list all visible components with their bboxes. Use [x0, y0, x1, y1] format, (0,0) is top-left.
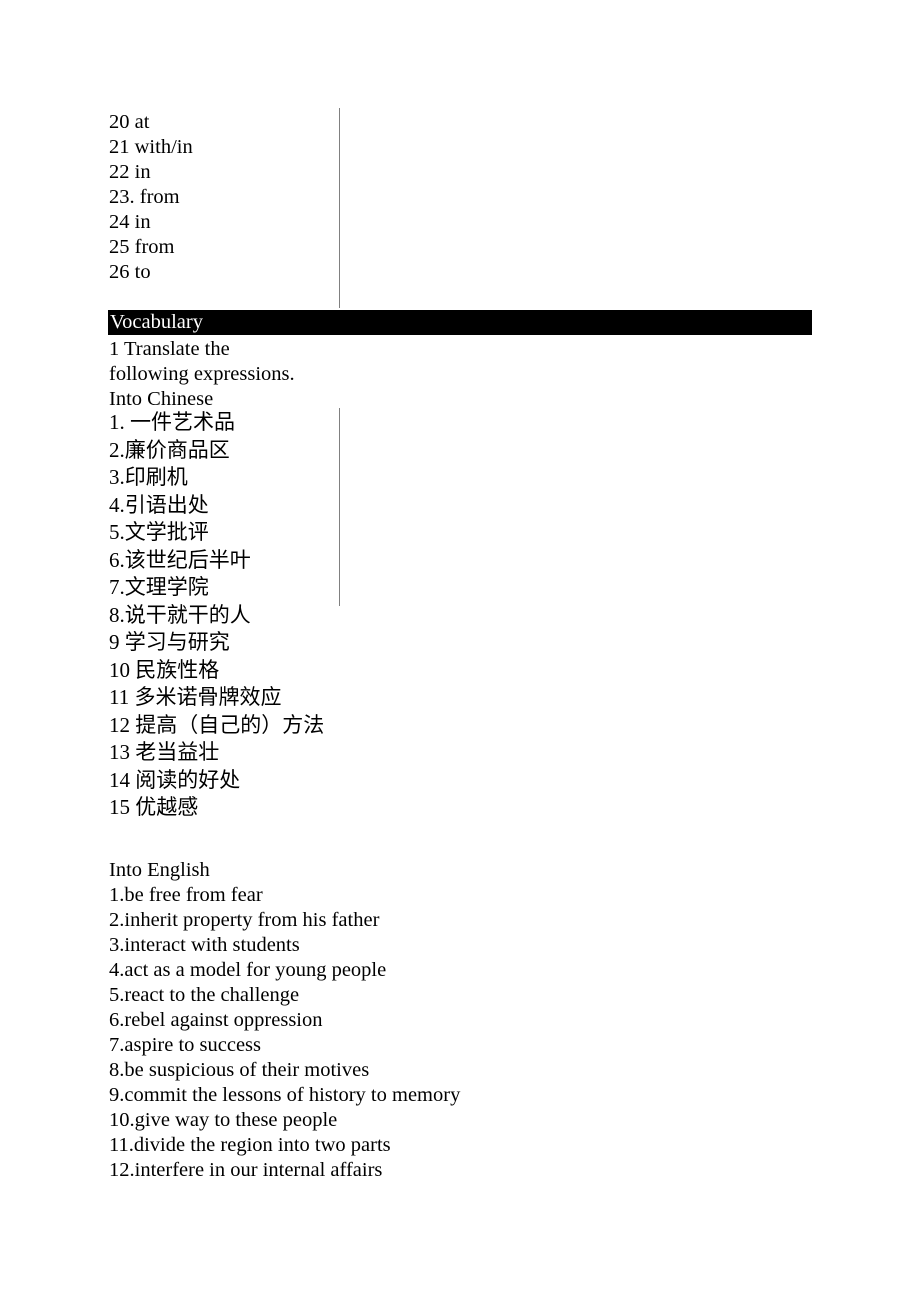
document-page: 20 at 21 with/in 22 in 23. from 24 in 25…: [0, 0, 920, 1301]
vocabulary-section-banner: Vocabulary: [108, 310, 812, 335]
list-item: 12 提高（自己的）方法: [109, 712, 325, 737]
list-item: 4.act as a model for young people: [109, 959, 387, 981]
answer-line: 22 in: [109, 161, 151, 183]
answer-line: 24 in: [109, 211, 151, 233]
list-item: 6.rebel against oppression: [109, 1009, 323, 1031]
list-item: 4.引语出处: [109, 492, 209, 517]
answer-line: 26 to: [109, 261, 151, 283]
list-item: 7.aspire to success: [109, 1034, 261, 1056]
list-item: 3.印刷机: [109, 465, 188, 489]
list-item: 10 民族性格: [109, 657, 220, 682]
list-item: 10.give way to these people: [109, 1109, 338, 1131]
list-item: 7.文理学院: [109, 575, 209, 599]
list-item: 8.be suspicious of their motives: [109, 1059, 370, 1081]
list-item: 2.廉价商品区: [109, 437, 230, 462]
answer-line: 25 from: [109, 236, 175, 258]
list-item: 11 多米诺骨牌效应: [109, 685, 282, 709]
list-item: 12.interfere in our internal affairs: [109, 1159, 383, 1181]
list-item: 3.interact with students: [109, 934, 300, 956]
list-item: 15 优越感: [109, 795, 199, 819]
list-item: 9 学习与研究: [109, 630, 230, 654]
list-item: 5.react to the challenge: [109, 984, 300, 1006]
list-item: 1. 一件艺术品: [109, 410, 235, 434]
into-chinese-list: 1. 一件艺术品 2.廉价商品区 3.印刷机 4.引语出处 5.文学批评 6.该…: [109, 409, 809, 822]
instruction-line: following expressions.: [109, 363, 295, 385]
list-item: 6.该世纪后半叶: [109, 547, 251, 572]
list-item: 14 阅读的好处: [109, 767, 241, 792]
list-item: 11.divide the region into two parts: [109, 1134, 391, 1156]
answer-line: 23. from: [109, 186, 180, 208]
list-item: 13 老当益壮: [109, 740, 220, 764]
answers-list: 20 at 21 with/in 22 in 23. from 24 in 25…: [109, 110, 809, 285]
into-english-heading: Into English: [109, 859, 210, 881]
list-item: 8.说干就干的人: [109, 602, 251, 627]
list-item: 2.inherit property from his father: [109, 909, 380, 931]
list-item: 5.文学批评: [109, 520, 209, 544]
translate-instruction: 1 Translate the following expressions. I…: [109, 337, 809, 412]
into-english-list: 1.be free from fear 2.inherit property f…: [109, 883, 809, 1183]
answer-line: 21 with/in: [109, 136, 193, 158]
list-item: 9.commit the lessons of history to memor…: [109, 1084, 461, 1106]
answer-line: 20 at: [109, 111, 150, 133]
list-item: 1.be free from fear: [109, 884, 263, 906]
vocabulary-section-title: Vocabulary: [110, 311, 203, 333]
instruction-line: 1 Translate the: [109, 338, 230, 360]
